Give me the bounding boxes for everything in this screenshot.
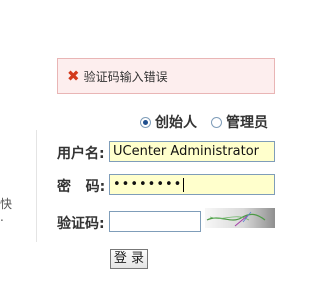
- username-label: 用户名:: [57, 146, 105, 162]
- username-input[interactable]: UCenter Administrator: [109, 141, 275, 162]
- captcha-image[interactable]: [205, 208, 275, 228]
- error-message-text: 验证码输入错误: [83, 69, 168, 84]
- role-founder-radio[interactable]: [140, 116, 151, 128]
- left-divider: [36, 130, 37, 242]
- left-text-fragment: .: [0, 210, 4, 224]
- error-message-box: ✖ 验证码输入错误: [57, 58, 275, 94]
- login-page: 快 . ✖ 验证码输入错误 创始人 管理员 用户名: UCenter Admin…: [0, 0, 331, 300]
- password-label: 密 码:: [57, 179, 106, 195]
- captcha-label: 验证码:: [57, 216, 105, 232]
- role-admin-radio[interactable]: [211, 116, 222, 128]
- password-input[interactable]: ••••••••: [109, 174, 275, 195]
- captcha-noise: [206, 211, 266, 227]
- password-masked-value: ••••••••: [113, 177, 183, 192]
- text-cursor: [183, 177, 185, 192]
- login-button[interactable]: 登 录: [110, 249, 148, 269]
- role-admin-label[interactable]: 管理员: [226, 112, 268, 132]
- captcha-input[interactable]: [109, 211, 201, 232]
- radio-selected-dot: [143, 119, 148, 125]
- role-selector: 创始人 管理员: [140, 112, 268, 132]
- close-icon: ✖: [67, 66, 80, 85]
- role-founder-label[interactable]: 创始人: [155, 112, 197, 132]
